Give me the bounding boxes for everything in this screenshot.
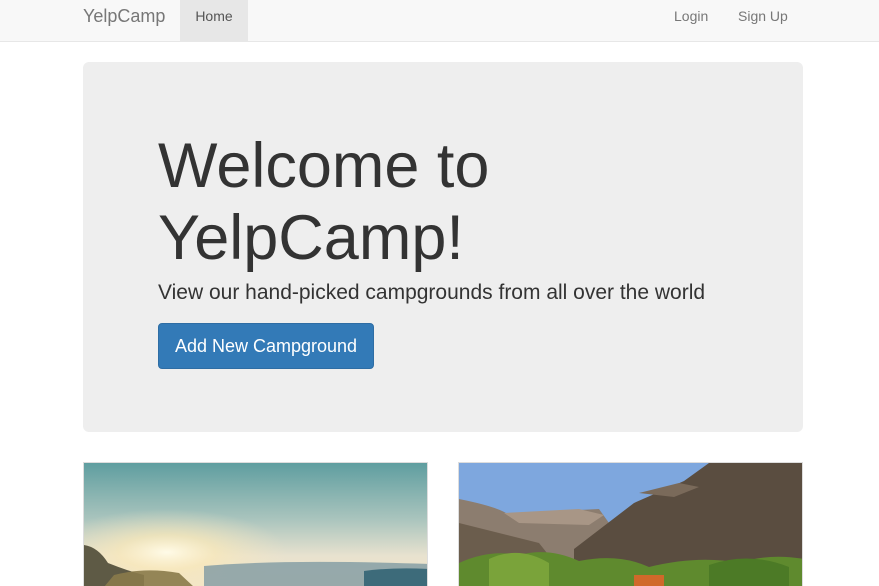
add-campground-button[interactable]: Add New Campground [158, 323, 374, 369]
nav-login[interactable]: Login [674, 0, 708, 41]
page-subtitle: View our hand-picked campgrounds from al… [158, 281, 706, 304]
brand-link[interactable]: YelpCamp [83, 0, 165, 41]
page-title: Welcome to YelpCamp! [158, 131, 490, 273]
navbar: YelpCamp Home Login Sign Up [0, 0, 879, 42]
campground-thumbnail-2[interactable] [458, 462, 803, 586]
jumbotron: Welcome to YelpCamp! View our hand-picke… [83, 62, 803, 432]
campground-sunset-photo[interactable] [84, 463, 428, 586]
campground-thumbnail-1[interactable] [83, 462, 428, 586]
campground-canyon-photo[interactable] [459, 463, 803, 586]
nav-home[interactable]: Home [180, 0, 248, 41]
nav-signup[interactable]: Sign Up [738, 0, 788, 41]
